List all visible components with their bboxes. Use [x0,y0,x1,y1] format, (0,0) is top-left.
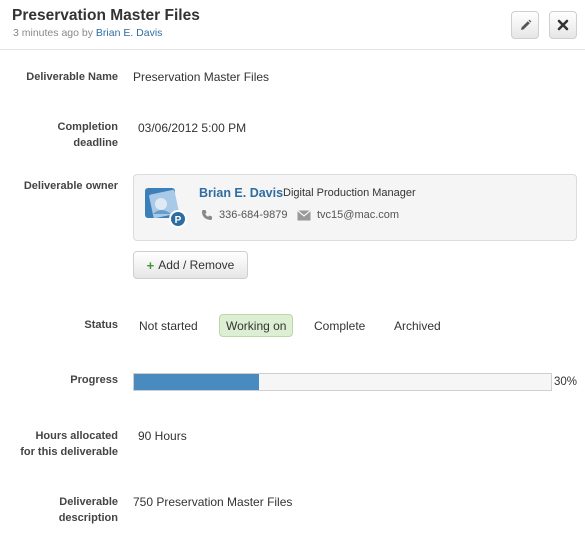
close-icon [557,19,569,31]
owner-role: Digital Production Manager [283,187,416,199]
deliverable-name-label: Deliverable Name [26,71,118,83]
hours-allocated-label-line1: Hours allocated [35,430,118,442]
deliverable-name-value: Preservation Master Files [133,70,270,84]
completion-deadline-label-line2: deadline [73,137,118,149]
owner-email: tvc15@mac.com [297,209,399,221]
status-option-not-started[interactable]: Not started [133,314,204,337]
edit-button[interactable] [511,11,539,39]
pencil-icon [520,19,531,30]
owner-name-link[interactable]: Brian E. Davis [199,186,283,200]
status-label: Status [84,319,118,331]
time-ago: 3 minutes ago by [13,27,93,39]
hours-allocated-value[interactable]: 90 Hours [138,428,187,444]
add-remove-label: Add / Remove [158,258,235,272]
hours-allocated-label-line2: for this deliverable [20,446,118,458]
description-value[interactable]: 750 Preservation Master Files [133,494,292,510]
owner-phone: 336-684-9879 [201,209,288,221]
description-label: Deliverable description [8,494,118,526]
owner-card: P Brian E. Davis Digital Production Mana… [133,174,577,241]
progress-fill [134,374,260,390]
completion-deadline-value[interactable]: 03/06/2012 5:00 PM [138,120,246,136]
panel-header: Preservation Master Files 3 minutes ago … [0,0,585,50]
page-title: Preservation Master Files [12,7,200,24]
status-option-working-on[interactable]: Working on [219,314,294,337]
status-option-complete[interactable]: Complete [308,314,371,337]
author-link[interactable]: Brian E. Davis [96,27,163,39]
owner-phone-text: 336-684-9879 [219,209,288,221]
completion-deadline-label-line1: Completion [57,121,119,133]
mail-icon [297,209,311,220]
status-option-archived[interactable]: Archived [388,314,447,337]
avatar: P [143,184,187,228]
phone-icon [202,210,212,220]
progress-label: Progress [70,374,118,386]
progress-percent: 30% [554,376,578,388]
add-remove-button[interactable]: + Add / Remove [133,251,248,279]
svg-text:P: P [175,215,182,226]
description-label-line1: Deliverable [59,496,118,508]
hours-allocated-label: Hours allocated for this deliverable [8,428,118,460]
deliverable-owner-label: Deliverable owner [23,180,118,192]
plus-icon: + [146,257,155,273]
completion-deadline-label: Completion deadline [8,119,119,151]
close-button[interactable] [549,11,577,39]
created-meta: 3 minutes ago by Brian E. Davis [13,27,162,39]
owner-email-text[interactable]: tvc15@mac.com [317,209,399,221]
description-label-line2: description [58,512,118,524]
progress-bar[interactable] [133,373,552,391]
